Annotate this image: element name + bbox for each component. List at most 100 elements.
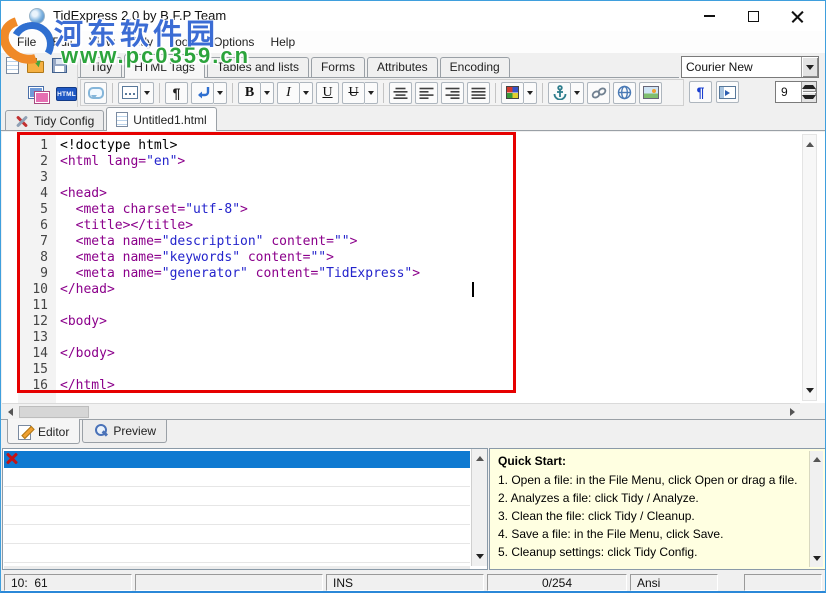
show-paragraph-marks-button[interactable]: ¶: [689, 81, 712, 103]
maximize-button[interactable]: [731, 2, 775, 30]
selected-row[interactable]: [4, 451, 470, 468]
align-center-icon: [393, 87, 408, 99]
strikethrough-button[interactable]: U: [342, 82, 365, 104]
minimize-button[interactable]: [687, 2, 731, 30]
quick-start-title: Quick Start:: [498, 454, 817, 468]
code-line: 1<!doctype html>: [2, 138, 826, 154]
message-list-panel[interactable]: [2, 448, 488, 570]
code-line: 15: [2, 362, 826, 378]
insert-form-button[interactable]: [118, 82, 141, 104]
window-view-icon[interactable]: [29, 87, 48, 102]
file-toolbar: HTML: [1, 53, 78, 107]
code-line: 3: [2, 170, 826, 186]
ribbon-tab-forms[interactable]: Forms: [311, 57, 365, 77]
font-color-button[interactable]: [501, 82, 524, 104]
pilcrow-blue-icon: ¶: [697, 84, 705, 100]
font-name-value: Courier New: [682, 60, 801, 74]
underline-button[interactable]: U: [316, 82, 339, 104]
align-justify-icon: [471, 87, 486, 99]
italic-dropdown[interactable]: [300, 82, 313, 104]
code-line: 16</html>: [2, 378, 826, 394]
font-combo-dropdown-button[interactable]: [801, 57, 818, 77]
status-insert-mode: INS: [326, 574, 484, 591]
align-center-button[interactable]: [389, 82, 412, 104]
comment-button[interactable]: [84, 82, 107, 104]
paragraph-button[interactable]: ¶: [165, 82, 188, 104]
hyperlink-button[interactable]: [587, 82, 610, 104]
bold-dropdown[interactable]: [261, 82, 274, 104]
scroll-left-icon: [4, 408, 13, 416]
menu-item-tools[interactable]: Tools: [161, 32, 205, 52]
align-left-icon: [419, 87, 434, 99]
anchor-dropdown[interactable]: [571, 82, 584, 104]
scroll-up-icon: [476, 452, 484, 461]
menu-item-view[interactable]: View: [81, 32, 123, 52]
status-bar: 10: 61 INS 0/254 Ansi: [1, 572, 825, 593]
scroll-right-icon: [790, 408, 799, 416]
app-icon: [29, 8, 45, 24]
list-vertical-scrollbar[interactable]: [471, 449, 487, 566]
new-file-icon[interactable]: [6, 57, 19, 74]
menu-item-edit[interactable]: Edit: [44, 32, 81, 52]
scroll-down-icon: [813, 556, 821, 565]
font-size-spinner[interactable]: 9: [775, 81, 817, 103]
spinner-up-button[interactable]: [802, 82, 816, 92]
html-view-icon[interactable]: HTML: [56, 87, 77, 101]
font-color-dropdown[interactable]: [524, 82, 537, 104]
toggle-panel-button[interactable]: [716, 81, 739, 103]
insert-form-dropdown[interactable]: [141, 82, 154, 104]
bold-button[interactable]: B: [238, 82, 261, 104]
code-line: 8 <meta name="keywords" content="">: [2, 250, 826, 266]
app-window: TidExpress 2.0 by B.F.P Team FileEditVie…: [0, 0, 826, 593]
scroll-left-button[interactable]: [2, 404, 18, 420]
tab-editor[interactable]: Editor: [7, 419, 80, 444]
scroll-down-icon: [476, 554, 484, 563]
editor-horizontal-scrollbar[interactable]: [2, 403, 800, 419]
code-line: 6 <title></title>: [2, 218, 826, 234]
anchor-icon: [553, 85, 567, 100]
align-justify-button[interactable]: [467, 82, 490, 104]
insert-image-button[interactable]: [639, 82, 662, 104]
chevron-down-icon: [806, 65, 814, 74]
quickstart-vertical-scrollbar[interactable]: [809, 451, 823, 567]
font-name-combo[interactable]: Courier New: [681, 56, 819, 78]
align-right-button[interactable]: [441, 82, 464, 104]
tab-untitled1[interactable]: Untitled1.html: [106, 107, 216, 131]
align-left-button[interactable]: [415, 82, 438, 104]
ribbon-tab-tidy[interactable]: Tidy: [80, 57, 122, 77]
format-toolbar: ¶ B I U U: [80, 79, 684, 106]
menu-item-tidy[interactable]: Tidy: [123, 32, 161, 52]
open-file-icon[interactable]: [27, 61, 44, 73]
tab-tidy-config[interactable]: Tidy Config: [5, 110, 104, 130]
document-icon: [116, 112, 128, 127]
menu-item-options[interactable]: Options: [205, 32, 262, 52]
menu-item-help[interactable]: Help: [262, 32, 303, 52]
ribbon-tab-tables-and-lists[interactable]: Tables and lists: [207, 57, 309, 77]
save-file-icon[interactable]: [52, 58, 67, 73]
italic-button[interactable]: I: [277, 82, 300, 104]
scrollbar-thumb[interactable]: [19, 406, 89, 418]
web-link-button[interactable]: [613, 82, 636, 104]
text-caret: [472, 282, 474, 297]
editor-vertical-scrollbar[interactable]: [802, 134, 817, 401]
ribbon-tab-attributes[interactable]: Attributes: [367, 57, 438, 77]
line-break-button[interactable]: [191, 82, 214, 104]
tab-preview[interactable]: Preview: [82, 420, 167, 443]
pilcrow-icon: ¶: [173, 85, 181, 101]
quick-start-step: 5. Cleanup settings: click Tidy Config.: [498, 543, 817, 561]
ribbon-tab-bar: TidyHTML TagsTables and listsFormsAttrib…: [78, 53, 679, 78]
ribbon-tab-encoding[interactable]: Encoding: [440, 57, 510, 77]
list-horizontal-scrollbar[interactable]: [4, 566, 470, 569]
ribbon-tab-html-tags[interactable]: HTML Tags: [124, 54, 205, 78]
anchor-button[interactable]: [548, 82, 571, 104]
menu-item-file[interactable]: File: [9, 32, 44, 52]
strikethrough-dropdown[interactable]: [365, 82, 378, 104]
scroll-right-button[interactable]: [784, 404, 800, 420]
line-break-dropdown[interactable]: [214, 82, 227, 104]
close-button[interactable]: [775, 2, 819, 30]
quick-start-steps: 1. Open a file: in the File Menu, click …: [498, 471, 817, 561]
spinner-down-button[interactable]: [802, 92, 816, 102]
code-editor[interactable]: 1<!doctype html>2<html lang="en">34<head…: [2, 132, 826, 403]
editor-pencil-icon: [18, 424, 33, 439]
code-line: 10</head>: [2, 282, 826, 298]
